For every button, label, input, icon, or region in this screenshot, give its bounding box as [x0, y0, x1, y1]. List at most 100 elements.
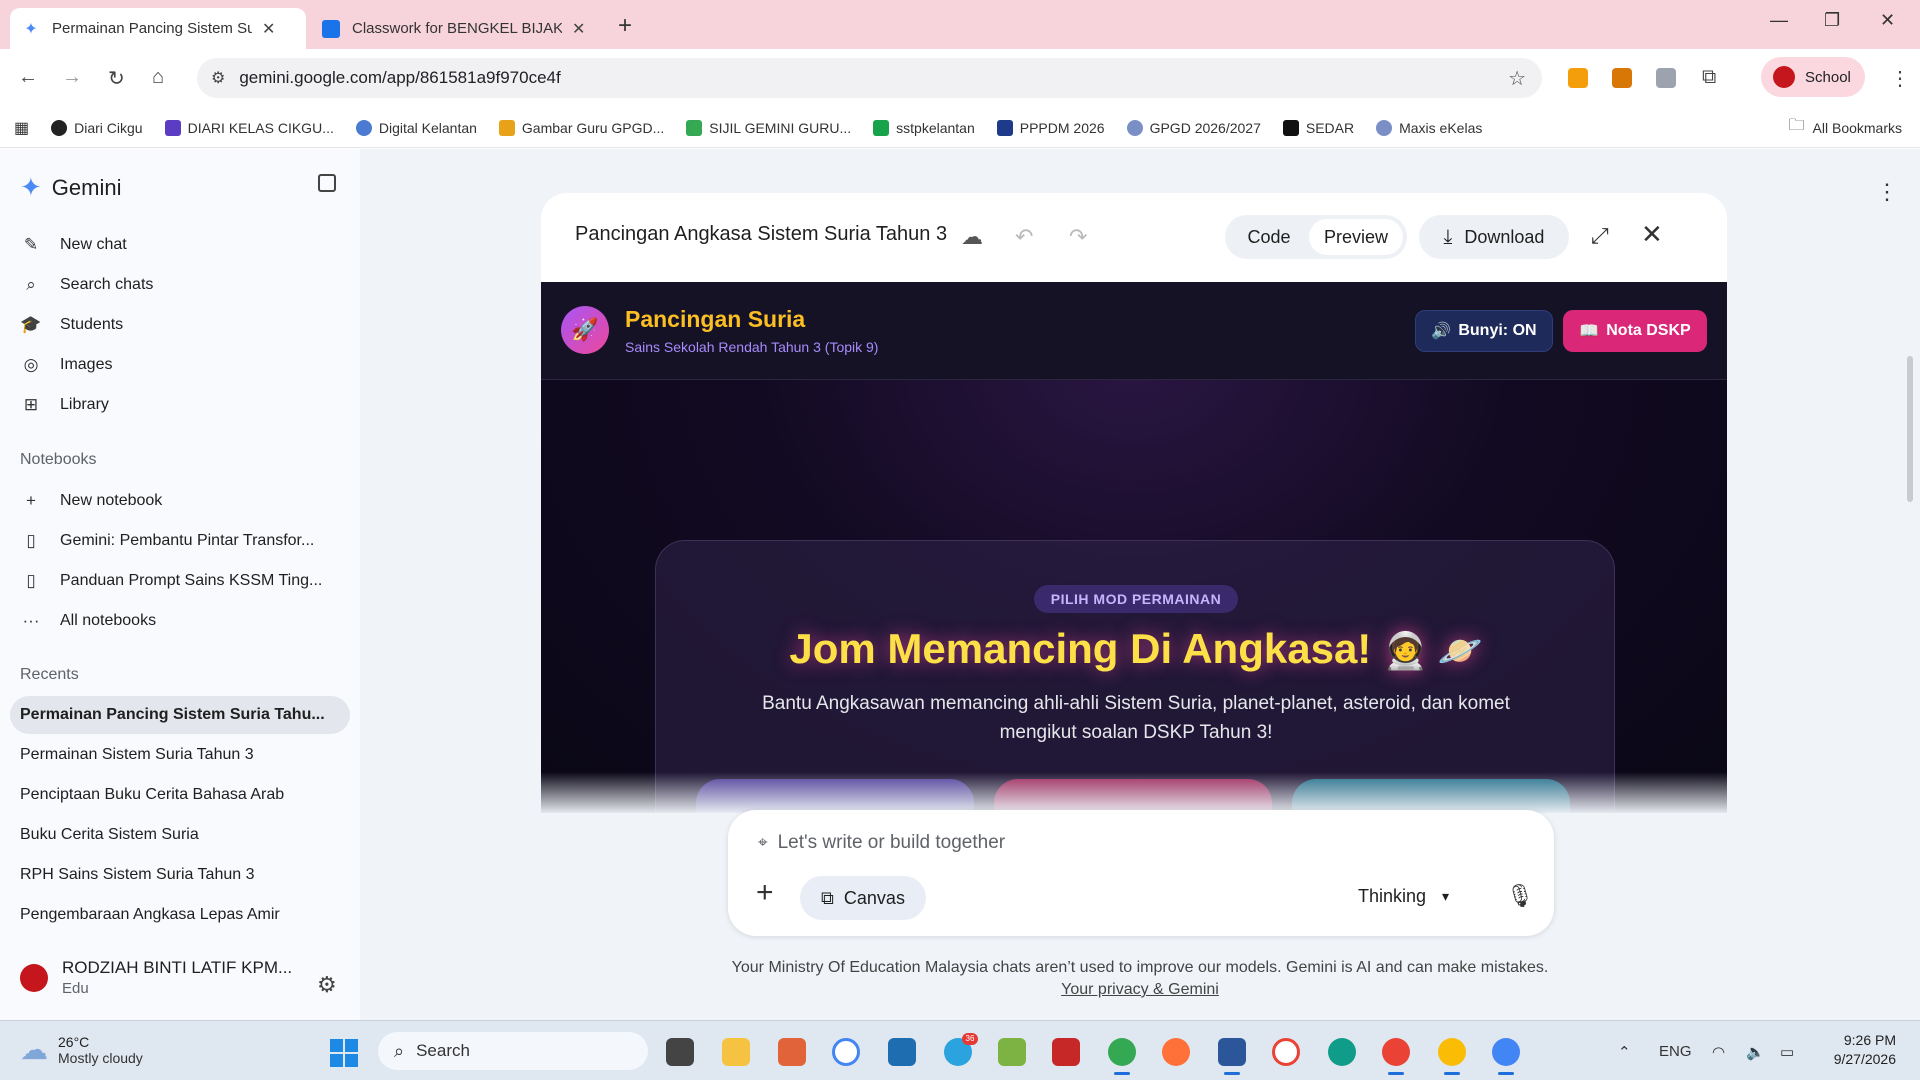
- bookmark-item[interactable]: Maxis eKelas: [1376, 119, 1482, 136]
- cloud-sun-icon: ☁: [20, 1034, 48, 1065]
- tab-classroom[interactable]: Classwork for BENGKEL BIJAK D ✕: [310, 8, 606, 49]
- fullscreen-icon[interactable]: ⤢: [1591, 223, 1609, 249]
- notes-button[interactable]: 📖 Nota DSKP: [1563, 310, 1707, 352]
- bookmark-item[interactable]: sstpkelantan: [873, 119, 975, 136]
- graduation-cap-icon: 🎓: [20, 315, 42, 334]
- chrome-icon[interactable]: [1382, 1038, 1410, 1075]
- recent-chat-item[interactable]: Pengembaraan Angkasa Lepas Amir: [20, 906, 280, 924]
- extension-icon[interactable]: [1568, 68, 1588, 88]
- app-icon[interactable]: [888, 1038, 916, 1066]
- back-icon[interactable]: ←: [18, 66, 38, 89]
- chrome-icon[interactable]: [1108, 1038, 1136, 1075]
- taskbar: ☁ 26°C Mostly cloudy ⌕ Search 36 ⌃ ENG ◠…: [0, 1020, 1920, 1080]
- recent-chat-item[interactable]: Buku Cerita Sistem Suria: [20, 826, 199, 844]
- add-attachment-icon[interactable]: +: [756, 876, 774, 910]
- app-icon[interactable]: [998, 1038, 1026, 1066]
- app-icon[interactable]: [778, 1038, 806, 1066]
- microphone-icon[interactable]: 🎙: [1506, 883, 1534, 909]
- model-mode-selector[interactable]: Thinking ▾: [1358, 886, 1449, 907]
- battery-icon[interactable]: ▭: [1780, 1043, 1794, 1061]
- apps-grid-icon[interactable]: ▦: [14, 118, 29, 138]
- forward-icon[interactable]: →: [62, 66, 82, 89]
- bookmark-item[interactable]: SIJIL GEMINI GURU...: [686, 119, 851, 136]
- extension-icon[interactable]: [1612, 68, 1632, 88]
- close-icon[interactable]: ✕: [1641, 219, 1663, 250]
- recent-chat-item[interactable]: Penciptaan Buku Cerita Bahasa Arab: [20, 786, 284, 804]
- recent-chat-item[interactable]: RPH Sains Sistem Suria Tahun 3: [20, 866, 254, 884]
- bookmark-item[interactable]: Diari Cikgu: [51, 119, 143, 136]
- all-bookmarks-label: All Bookmarks: [1812, 119, 1902, 136]
- volume-icon[interactable]: 🔈: [1746, 1043, 1765, 1061]
- bookmark-item[interactable]: DIARI KELAS CIKGU...: [164, 119, 334, 136]
- url-text[interactable]: gemini.google.com/app/861581a9f970ce4f: [239, 68, 560, 88]
- site-info-icon[interactable]: ⚙: [211, 68, 225, 88]
- google-icon[interactable]: [832, 1038, 860, 1066]
- filezilla-icon[interactable]: [1052, 1038, 1080, 1066]
- close-window-icon[interactable]: ✕: [1880, 10, 1895, 31]
- reload-icon[interactable]: ↻: [108, 66, 125, 91]
- edge-icon[interactable]: [1328, 1038, 1356, 1066]
- close-tab-icon[interactable]: ✕: [262, 19, 275, 39]
- search-chats-button[interactable]: ⌕ Search chats: [20, 275, 153, 295]
- notebook-item[interactable]: ▯ Gemini: Pembantu Pintar Transfor...: [20, 531, 314, 551]
- chrome-icon[interactable]: [1492, 1038, 1520, 1075]
- new-tab-button[interactable]: +: [618, 12, 632, 40]
- settings-gear-icon[interactable]: ⚙: [317, 972, 337, 998]
- bookmark-item[interactable]: PPPDM 2026: [996, 119, 1105, 136]
- prompt-input[interactable]: ⌖ Let's write or build together: [758, 832, 1005, 854]
- account-button[interactable]: RODZIAH BINTI LATIF KPM... Edu: [20, 958, 292, 997]
- taskbar-search[interactable]: ⌕ Search: [378, 1032, 648, 1070]
- file-explorer-icon[interactable]: [722, 1038, 750, 1066]
- sidebar-item-students[interactable]: 🎓 Students: [20, 315, 123, 335]
- home-icon[interactable]: ⌂: [152, 66, 164, 89]
- scrollbar[interactable]: [1907, 356, 1913, 502]
- sound-toggle-button[interactable]: 🔊 Bunyi: ON: [1415, 310, 1553, 352]
- tab-gemini[interactable]: ✦ Permainan Pancing Sistem Suria ✕: [10, 8, 306, 49]
- system-clock[interactable]: 9:26 PM 9/27/2026: [1818, 1031, 1896, 1069]
- privacy-link[interactable]: Your privacy & Gemini: [1061, 981, 1219, 998]
- new-notebook-button[interactable]: + New notebook: [20, 491, 162, 511]
- recent-chat-item[interactable]: Permainan Sistem Suria Tahun 3: [20, 746, 254, 764]
- restore-icon[interactable]: ❐: [1824, 10, 1840, 31]
- bookmark-item[interactable]: Digital Kelantan: [355, 119, 477, 136]
- sidebar-item-library[interactable]: ⊞ Library: [20, 395, 109, 415]
- bookmark-item[interactable]: GPGD 2026/2027: [1126, 119, 1261, 136]
- notebook-item[interactable]: ▯ Panduan Prompt Sains KSSM Ting...: [20, 571, 322, 591]
- windows-start-icon[interactable]: [330, 1039, 358, 1067]
- all-notebooks-button[interactable]: ··· All notebooks: [20, 611, 157, 631]
- weather-widget[interactable]: ☁ 26°C Mostly cloudy: [20, 1033, 143, 1066]
- new-chat-button[interactable]: ✎ New chat: [20, 235, 127, 255]
- gemini-logo[interactable]: ✦ Gemini: [20, 172, 121, 203]
- wifi-icon[interactable]: ◠: [1712, 1043, 1725, 1061]
- download-button[interactable]: ⤓ Download: [1419, 215, 1569, 259]
- bookmark-item[interactable]: Gambar Guru GPGD...: [498, 119, 664, 136]
- close-tab-icon[interactable]: ✕: [572, 19, 585, 39]
- minimize-icon[interactable]: —: [1770, 10, 1788, 31]
- canvas-tool-chip[interactable]: ⧉ Canvas: [800, 876, 926, 920]
- browser-menu-icon[interactable]: ⋮: [1890, 66, 1910, 91]
- sidebar-item-images[interactable]: ◎ Images: [20, 355, 113, 375]
- preview-tab[interactable]: Preview: [1309, 219, 1403, 255]
- bookmark-star-icon[interactable]: ☆: [1508, 66, 1526, 91]
- omnibox[interactable]: ⚙ gemini.google.com/app/861581a9f970ce4f…: [197, 58, 1542, 98]
- code-tab[interactable]: Code: [1229, 219, 1309, 255]
- more-options-icon[interactable]: ⋮: [1876, 179, 1898, 205]
- preview-fade: [541, 772, 1727, 813]
- task-view-icon[interactable]: [666, 1038, 694, 1066]
- word-icon[interactable]: [1218, 1038, 1246, 1075]
- language-indicator[interactable]: ENG: [1659, 1043, 1692, 1060]
- recent-chat-item[interactable]: Permainan Pancing Sistem Suria Tahu...: [10, 696, 350, 734]
- chrome-icon[interactable]: [1438, 1038, 1466, 1075]
- all-bookmarks[interactable]: 🗀 All Bookmarks: [1789, 114, 1902, 141]
- undo-icon[interactable]: ↶: [1015, 224, 1033, 250]
- bookmark-item[interactable]: SEDAR: [1282, 119, 1354, 136]
- chevron-up-icon[interactable]: ⌃: [1618, 1043, 1631, 1061]
- avatar: [20, 963, 48, 992]
- profile-button[interactable]: School: [1761, 57, 1865, 97]
- extension-icon[interactable]: [1656, 68, 1676, 88]
- redo-icon[interactable]: ↷: [1069, 224, 1087, 250]
- firefox-icon[interactable]: [1162, 1038, 1190, 1066]
- google-icon[interactable]: [1272, 1038, 1300, 1066]
- sidebar-toggle-icon[interactable]: [318, 174, 336, 192]
- extensions-puzzle-icon[interactable]: ⧉: [1702, 66, 1716, 89]
